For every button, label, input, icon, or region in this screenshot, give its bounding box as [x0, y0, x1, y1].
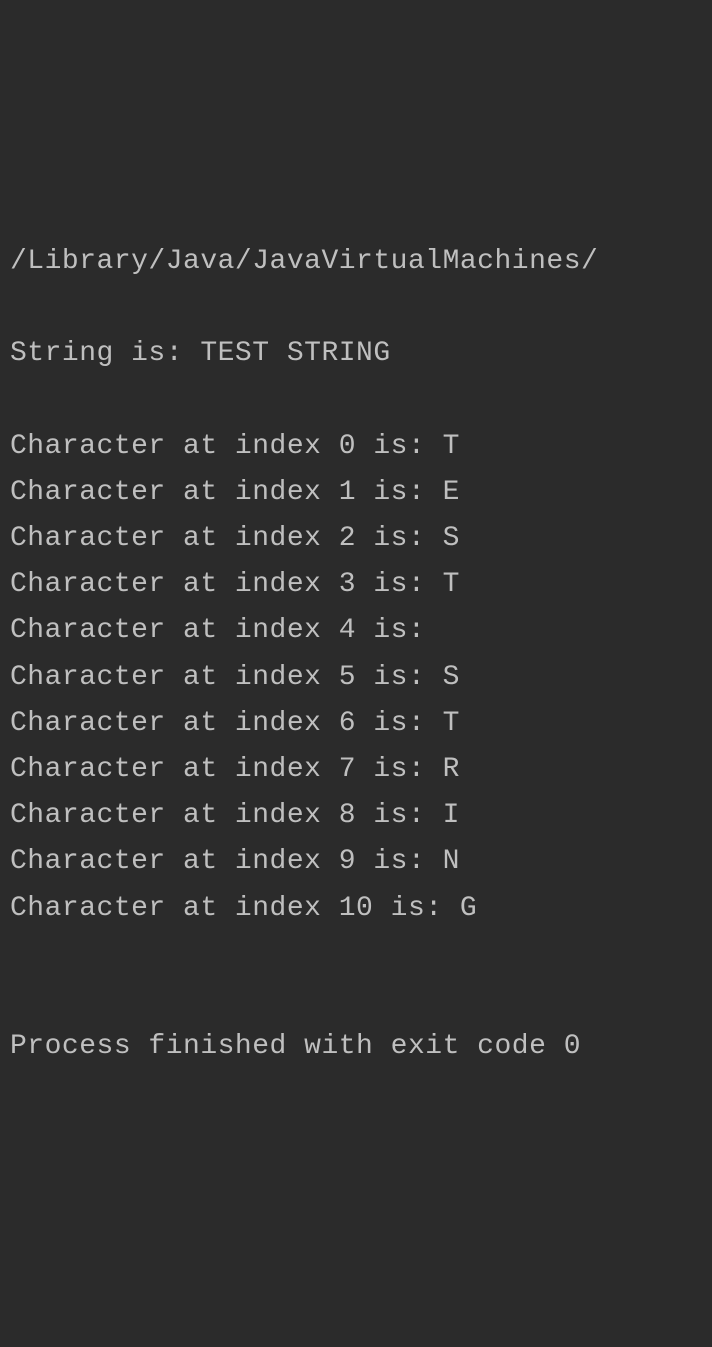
char-at-index-line: Character at index 3 is: T — [10, 562, 702, 608]
char-at-index-line: Character at index 8 is: I — [10, 793, 702, 839]
path-line: /Library/Java/JavaVirtualMachines/ — [10, 239, 702, 285]
char-at-index-line: Character at index 10 is: G — [10, 886, 702, 932]
console-output: /Library/Java/JavaVirtualMachines/ Strin… — [10, 193, 702, 1117]
string-is-line: String is: TEST STRING — [10, 331, 702, 377]
char-at-index-line: Character at index 0 is: T — [10, 424, 702, 470]
exit-code-line: Process finished with exit code 0 — [10, 1024, 702, 1070]
char-at-index-line: Character at index 5 is: S — [10, 655, 702, 701]
char-at-index-line: Character at index 2 is: S — [10, 516, 702, 562]
char-at-index-line: Character at index 9 is: N — [10, 839, 702, 885]
char-at-index-line: Character at index 7 is: R — [10, 747, 702, 793]
char-at-index-line: Character at index 4 is: — [10, 608, 702, 654]
char-at-index-line: Character at index 6 is: T — [10, 701, 702, 747]
char-at-index-line: Character at index 1 is: E — [10, 470, 702, 516]
